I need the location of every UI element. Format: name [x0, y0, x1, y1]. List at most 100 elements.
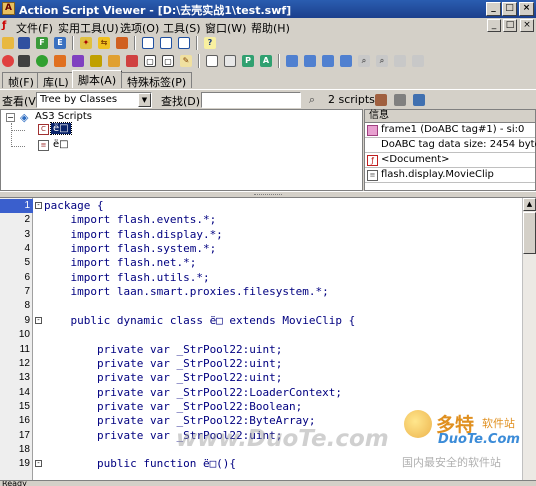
fold-toggle-icon[interactable]: - — [35, 317, 42, 324]
edit-icon[interactable]: ✎ — [178, 53, 194, 69]
code-line[interactable]: 13 private var _StrPool22:uint; — [0, 371, 522, 385]
search-icon[interactable]: ⌕ — [304, 92, 320, 108]
info-row-text: DoABC tag data size: 2454 bytes — [381, 139, 536, 150]
class-script-icon: C — [38, 124, 49, 135]
pie-chart-icon[interactable] — [0, 53, 16, 69]
info-row[interactable]: DoABC tag data size: 2454 bytes — [365, 138, 536, 153]
code-line[interactable]: 2 import flash.events.*; — [0, 213, 522, 227]
tab-library[interactable]: 库(L) — [37, 72, 75, 89]
restore-button[interactable]: □ — [502, 2, 517, 16]
code-line[interactable]: 5 import flash.net.*; — [0, 256, 522, 270]
frame-icon[interactable]: ▢ — [160, 53, 176, 69]
fold-toggle-icon[interactable]: - — [35, 460, 42, 467]
tile-vertical-icon[interactable] — [176, 35, 192, 51]
text-icon[interactable]: ▢ — [142, 53, 158, 69]
mdi-restore-button[interactable]: □ — [503, 19, 517, 32]
view-label: 查看(V) — [2, 95, 41, 108]
script-tree[interactable]: − ◈ AS3 Scripts C ë□ ≡ ë□ — [0, 109, 363, 191]
pane-splitter[interactable] — [0, 191, 536, 198]
line-number: 5 — [24, 257, 30, 268]
app-icon[interactable]: A — [2, 2, 15, 15]
tile-horizontal-icon[interactable] — [158, 35, 174, 51]
settings-icon[interactable] — [373, 92, 389, 108]
info-row[interactable]: ƒ <Document> — [365, 153, 535, 168]
tab-frames[interactable]: 帧(F) — [2, 72, 40, 89]
collapse-icon[interactable]: − — [6, 113, 15, 122]
splitter-grip[interactable] — [254, 194, 282, 196]
wand-icon[interactable]: ✦ — [78, 35, 94, 51]
info-row[interactable]: frame1 (DoABC tag#1) - si:0 — [365, 123, 535, 138]
code-line[interactable]: 1- package { — [0, 199, 522, 213]
cut-icon[interactable] — [320, 53, 336, 69]
window-title: Action Script Viewer - [D:\去壳实战1\test.sw… — [19, 4, 292, 17]
options-icon[interactable] — [410, 53, 426, 69]
filter-icon[interactable] — [392, 53, 408, 69]
image-icon[interactable] — [114, 35, 130, 51]
sound-icon[interactable] — [70, 53, 86, 69]
code-text: import flash.display.*; — [44, 228, 223, 241]
info-row-text: flash.display.MovieClip — [381, 169, 494, 180]
color-wheel-icon[interactable] — [34, 53, 50, 69]
tab-scripts[interactable]: 脚本(A) — [72, 70, 123, 88]
morph-icon[interactable] — [106, 53, 122, 69]
minimize-button[interactable]: _ — [486, 2, 501, 16]
code-line[interactable]: 10 — [0, 328, 522, 342]
code-text: private var _StrPool22:uint; — [44, 357, 283, 370]
tree-root-label[interactable]: AS3 Scripts — [35, 111, 92, 122]
help-icon[interactable]: ? — [202, 35, 218, 51]
zoom-icon[interactable]: ⌕ — [374, 53, 390, 69]
line-number: 8 — [24, 300, 30, 311]
code-line[interactable]: 8 — [0, 299, 522, 313]
view-select[interactable]: Tree by Classes ▼ — [36, 92, 152, 108]
grid-icon[interactable] — [16, 53, 32, 69]
code-line[interactable]: 9- public dynamic class ë□ extends Movie… — [0, 314, 522, 328]
view-select-value: Tree by Classes — [40, 94, 118, 105]
scrollbar-thumb[interactable] — [523, 212, 536, 254]
document-icon[interactable] — [222, 53, 238, 69]
code-line[interactable]: 7 import laan.smart.proxies.filesystem.*… — [0, 285, 522, 299]
mdi-close-button[interactable]: × — [520, 19, 534, 32]
find-icon[interactable]: ⌕ — [356, 53, 372, 69]
export-flash-icon[interactable]: F — [34, 35, 50, 51]
save-icon[interactable] — [16, 35, 32, 51]
document-system-icon[interactable]: ƒ — [2, 20, 14, 32]
dropdown-arrow-icon[interactable]: ▼ — [138, 93, 151, 107]
code-line[interactable]: 3 import flash.display.*; — [0, 228, 522, 242]
button-symbol-icon[interactable] — [88, 53, 104, 69]
tree-item[interactable]: ë□ — [53, 139, 69, 150]
cascade-windows-icon[interactable] — [140, 35, 156, 51]
link-icon[interactable] — [392, 92, 408, 108]
page-icon[interactable] — [204, 53, 220, 69]
close-button[interactable]: × — [519, 2, 534, 16]
class-file-icon: ≡ — [367, 170, 378, 181]
a-code-icon[interactable]: A — [258, 53, 274, 69]
find-input[interactable] — [201, 92, 301, 108]
scroll-up-icon[interactable]: ▲ — [523, 198, 536, 211]
code-line[interactable]: 11 private var _StrPool22:uint; — [0, 343, 522, 357]
export-tree-icon[interactable] — [411, 92, 427, 108]
mdi-minimize-button[interactable]: _ — [487, 19, 501, 32]
fold-toggle-icon[interactable]: - — [35, 202, 42, 209]
code-line[interactable]: 4 import flash.system.*; — [0, 242, 522, 256]
code-text: import flash.net.*; — [44, 256, 197, 269]
copy-icon[interactable] — [284, 53, 300, 69]
tab-special-tags[interactable]: 特殊标签(P) — [121, 72, 193, 89]
line-number: 3 — [24, 229, 30, 240]
status-bar: Ready — [0, 480, 536, 486]
paste-icon[interactable] — [302, 53, 318, 69]
line-number: 14 — [18, 387, 30, 398]
properties-icon[interactable] — [338, 53, 354, 69]
code-line[interactable]: 6 import flash.utils.*; — [0, 271, 522, 285]
p-code-icon[interactable]: P — [240, 53, 256, 69]
info-row[interactable]: ≡ flash.display.MovieClip — [365, 168, 535, 183]
swap-icon[interactable]: ⇆ — [96, 35, 112, 51]
code-line[interactable]: 12 private var _StrPool22:uint; — [0, 357, 522, 371]
tree-item-selected[interactable]: ë□ — [50, 122, 72, 135]
code-line[interactable]: 14 private var _StrPool22:LoaderContext; — [0, 386, 522, 400]
shape-icon[interactable] — [52, 53, 68, 69]
line-number: 11 — [19, 344, 30, 355]
export-script-icon[interactable]: E — [52, 35, 68, 51]
open-folder-icon[interactable] — [0, 35, 16, 51]
bitmap-icon[interactable] — [124, 53, 140, 69]
line-number: 2 — [24, 214, 30, 225]
